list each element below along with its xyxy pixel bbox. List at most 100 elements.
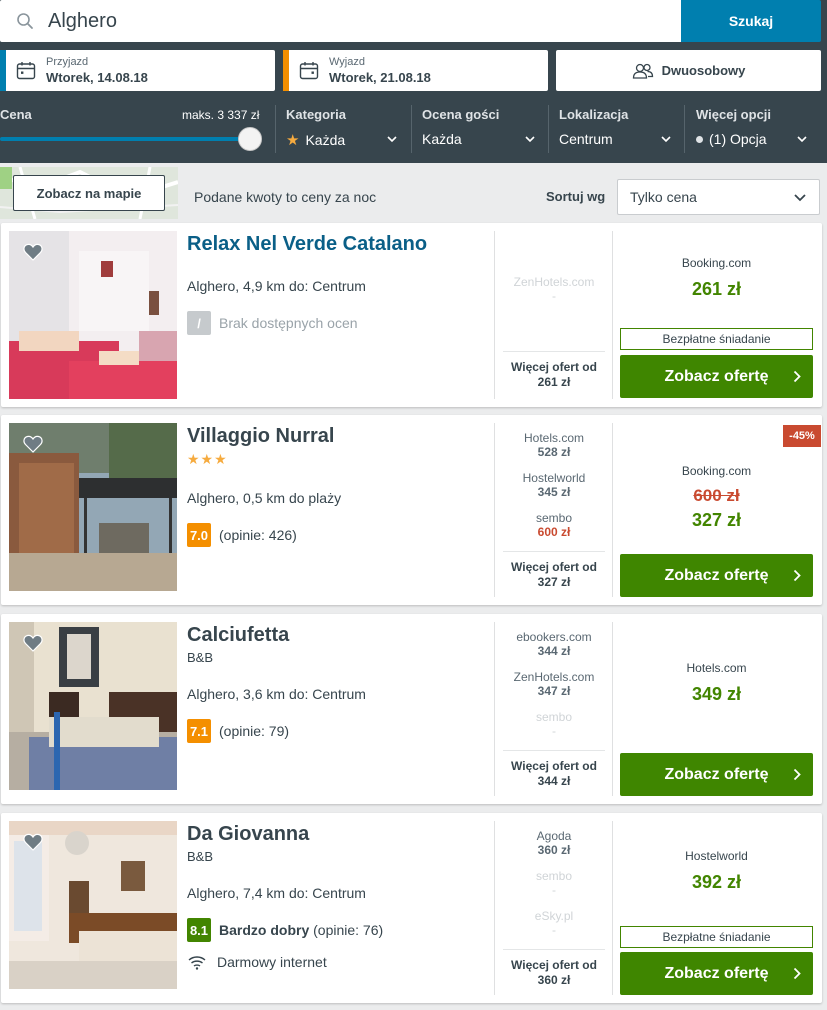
checkout-field[interactable]: Wyjazd Wtorek, 21.08.18 xyxy=(283,50,548,91)
deal-price: 528 zł xyxy=(537,445,571,459)
checkin-label: Przyjazd xyxy=(46,56,89,68)
amenity-label: Darmowy internet xyxy=(217,954,327,970)
rating-filter-label: Ocena gości xyxy=(422,107,500,122)
hotel-stars: ★★★ xyxy=(187,451,228,467)
deal-item[interactable]: ebookers.com 344 zł xyxy=(495,630,613,658)
hotel-name[interactable]: Villaggio Nurral xyxy=(187,425,334,448)
deals-divider xyxy=(503,551,605,552)
checkin-field[interactable]: Przyjazd Wtorek, 14.08.18 xyxy=(0,50,275,91)
view-deal-label: Zobacz ofertę xyxy=(664,367,769,385)
more-deals-link[interactable]: Więcej ofert od 261 zł xyxy=(495,360,613,390)
more-deals-link[interactable]: Więcej ofert od 327 zł xyxy=(495,560,613,590)
deal-site: Agoda xyxy=(536,829,572,843)
chevron-down-icon[interactable] xyxy=(796,133,808,145)
more-deals-price: 360 zł xyxy=(537,973,571,987)
best-deal[interactable]: Hotels.com 349 zł xyxy=(620,661,813,705)
search-input[interactable] xyxy=(48,0,668,42)
deal-price: 347 zł xyxy=(537,684,571,698)
chevron-down-icon[interactable] xyxy=(660,133,672,145)
price-slider-thumb[interactable] xyxy=(238,127,262,151)
more-deals-link[interactable]: Więcej ofert od 344 zł xyxy=(495,759,613,789)
deal-item[interactable]: ZenHotels.com - xyxy=(495,275,613,303)
chevron-right-icon xyxy=(793,370,801,383)
hotel-rating: 8.1 Bardzo dobry (opinie: 76) xyxy=(187,918,383,942)
free-breakfast-badge: Bezpłatne śniadanie xyxy=(620,926,813,948)
rating-badge: / xyxy=(187,311,211,335)
deal-item[interactable]: sembo - xyxy=(495,869,613,897)
hotel-card[interactable]: Da Giovanna B&B Alghero, 7,4 km do: Cent… xyxy=(1,813,822,1003)
checkin-accent xyxy=(0,50,6,91)
chevron-down-icon xyxy=(794,194,806,202)
price-max-label: maks. 3 337 zł xyxy=(182,108,260,122)
location-filter[interactable]: Centrum xyxy=(559,131,613,147)
sort-value: Tylko cena xyxy=(630,189,697,205)
view-deal-button[interactable]: Zobacz ofertę xyxy=(620,554,813,597)
best-deal-site: Booking.com xyxy=(681,256,752,270)
rating-badge: 7.1 xyxy=(187,719,211,743)
best-deal[interactable]: Booking.com 261 zł xyxy=(620,256,813,300)
hotel-photo[interactable] xyxy=(9,821,177,989)
deal-price: 345 zł xyxy=(537,485,571,499)
more-deals-price: 261 zł xyxy=(537,375,571,389)
deal-site: sembo xyxy=(535,869,573,883)
view-deal-button[interactable]: Zobacz ofertę xyxy=(620,753,813,796)
room-selector[interactable]: Dwuosobowy xyxy=(556,50,821,91)
deals-divider xyxy=(503,351,605,352)
more-deals-link[interactable]: Więcej ofert od 360 zł xyxy=(495,958,613,988)
deal-item[interactable]: sembo 600 zł xyxy=(495,511,613,539)
hotel-photo[interactable] xyxy=(9,622,177,790)
chevron-down-icon[interactable] xyxy=(524,133,536,145)
best-deal[interactable]: Hostelworld 392 zł xyxy=(620,849,813,893)
best-deal[interactable]: Booking.com 600 zł 327 zł xyxy=(620,464,813,534)
show-on-map-button[interactable]: Zobacz na mapie xyxy=(13,175,165,211)
hotel-location: Alghero, 7,4 km do: Centrum xyxy=(187,885,366,901)
deal-item[interactable]: eSky.pl - xyxy=(495,909,613,937)
hotel-name[interactable]: Relax Nel Verde Catalano xyxy=(187,233,427,256)
rating-text: (opinie: 76) xyxy=(313,922,384,938)
deal-price: - xyxy=(552,883,556,897)
more-options-filter[interactable]: (1) Opcja xyxy=(696,131,767,147)
favorite-heart-icon[interactable] xyxy=(23,243,43,261)
wifi-icon xyxy=(188,956,206,970)
price-slider-track[interactable] xyxy=(0,137,252,141)
deal-price: 344 zł xyxy=(537,644,571,658)
location-filter-value: Centrum xyxy=(559,131,613,147)
hotel-photo[interactable] xyxy=(9,423,177,591)
rating-filter[interactable]: Każda xyxy=(422,131,462,147)
deal-site: sembo xyxy=(535,511,573,525)
hotel-card[interactable]: Calciufetta B&B Alghero, 3,6 km do: Cent… xyxy=(1,614,822,804)
view-deal-button[interactable]: Zobacz ofertę xyxy=(620,952,813,995)
hotel-photo[interactable] xyxy=(9,231,177,399)
rating-badge: 7.0 xyxy=(187,523,211,547)
search-bar[interactable] xyxy=(0,0,681,42)
favorite-heart-icon[interactable] xyxy=(23,435,43,453)
hotel-location: Alghero, 3,6 km do: Centrum xyxy=(187,686,366,702)
category-filter[interactable]: ★ Każda xyxy=(286,131,345,149)
view-deal-label: Zobacz ofertę xyxy=(664,566,769,584)
other-deals: ebookers.com 344 zł ZenHotels.com 347 zł… xyxy=(495,614,613,804)
filter-divider xyxy=(684,105,685,153)
hotel-name[interactable]: Da Giovanna xyxy=(187,823,309,846)
free-breakfast-badge: Bezpłatne śniadanie xyxy=(620,328,813,350)
deal-item[interactable]: Hostelworld 345 zł xyxy=(495,471,613,499)
view-deal-button[interactable]: Zobacz ofertę xyxy=(620,355,813,398)
hotel-card[interactable]: Villaggio Nurral ★★★ Alghero, 0,5 km do … xyxy=(1,415,822,605)
hotel-name[interactable]: Calciufetta xyxy=(187,624,289,647)
deal-item[interactable]: Hotels.com 528 zł xyxy=(495,431,613,459)
deal-item[interactable]: Agoda 360 zł xyxy=(495,829,613,857)
hotel-card[interactable]: Relax Nel Verde Catalano Alghero, 4,9 km… xyxy=(1,223,822,407)
more-filter-label: Więcej opcji xyxy=(696,107,772,122)
deal-item[interactable]: sembo - xyxy=(495,710,613,738)
chevron-down-icon[interactable] xyxy=(386,133,398,145)
sort-label: Sortuj wg xyxy=(546,189,606,204)
rating-word: Bardzo dobry xyxy=(219,922,310,938)
more-deals-label: Więcej ofert od xyxy=(511,360,597,374)
deal-item[interactable]: ZenHotels.com 347 zł xyxy=(495,670,613,698)
filters-row: Cena maks. 3 337 zł Kategoria ★ Każda Oce… xyxy=(0,99,827,163)
sort-select[interactable]: Tylko cena xyxy=(617,179,820,215)
rating-filter-value: Każda xyxy=(422,131,462,147)
favorite-heart-icon[interactable] xyxy=(23,833,43,851)
deal-price: - xyxy=(552,923,556,937)
favorite-heart-icon[interactable] xyxy=(23,634,43,652)
search-button[interactable]: Szukaj xyxy=(681,0,821,42)
